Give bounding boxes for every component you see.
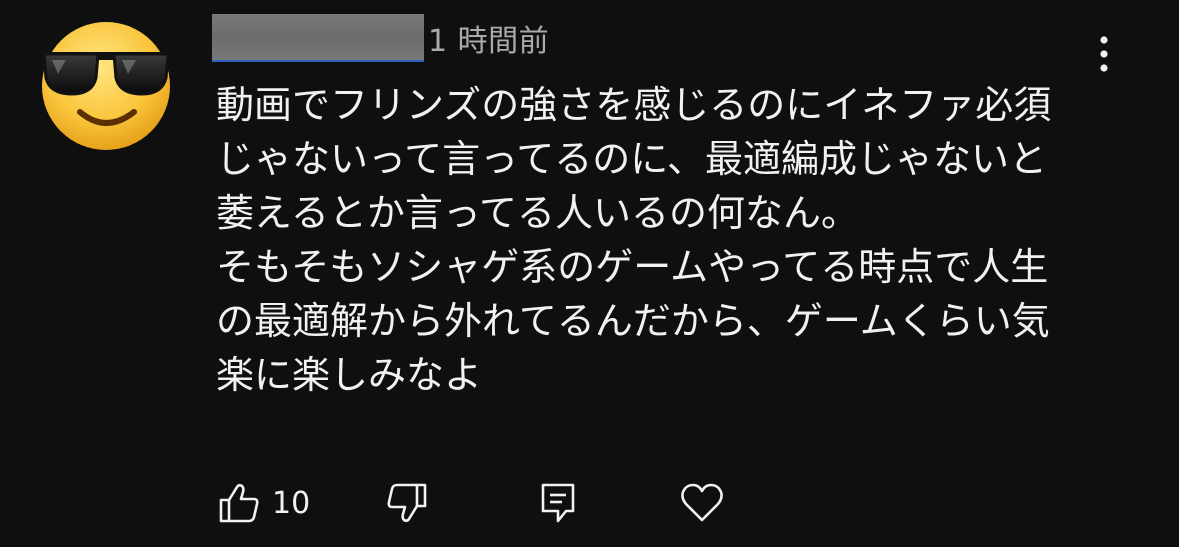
comment-line: 楽に楽しみなよ [216,353,483,397]
comment-line: 萎えるとか言ってる人いるの何なん。 [216,191,859,235]
thumbs-up-icon [219,483,259,523]
reply-button[interactable] [538,478,578,528]
thumbs-down-icon [387,483,427,523]
comment-line: 動画でフリンズの強さを感じるのにイネファ必須 [216,83,1052,127]
comment-header: 1 時間前 [212,10,549,66]
heart-button[interactable] [680,478,724,528]
like-count: 10 [272,485,311,521]
like-button[interactable]: 10 [218,478,310,528]
avatar[interactable] [36,12,176,152]
comment-menu-button[interactable] [1084,30,1124,78]
comment-line: じゃないって言ってるのに、最適編成じゃないと [216,137,1048,181]
vertical-ellipsis-icon [1100,36,1108,72]
comment-line: そもそもソシャゲ系のゲームやってる時点で人生 [216,245,1049,289]
comment-reply-icon [541,483,575,523]
username-redacted[interactable] [212,14,424,62]
dislike-button[interactable] [386,478,428,528]
comment-text: 動画でフリンズの強さを感じるのにイネファ必須 じゃないって言ってるのに、最適編成… [216,78,1116,402]
sunglasses-emoji-icon [38,22,174,150]
heart-icon [681,483,723,522]
comment-timestamp[interactable]: 1 時間前 [428,16,549,60]
comment-line: の最適解から外れてるんだから、ゲームくらい気 [216,299,1050,343]
